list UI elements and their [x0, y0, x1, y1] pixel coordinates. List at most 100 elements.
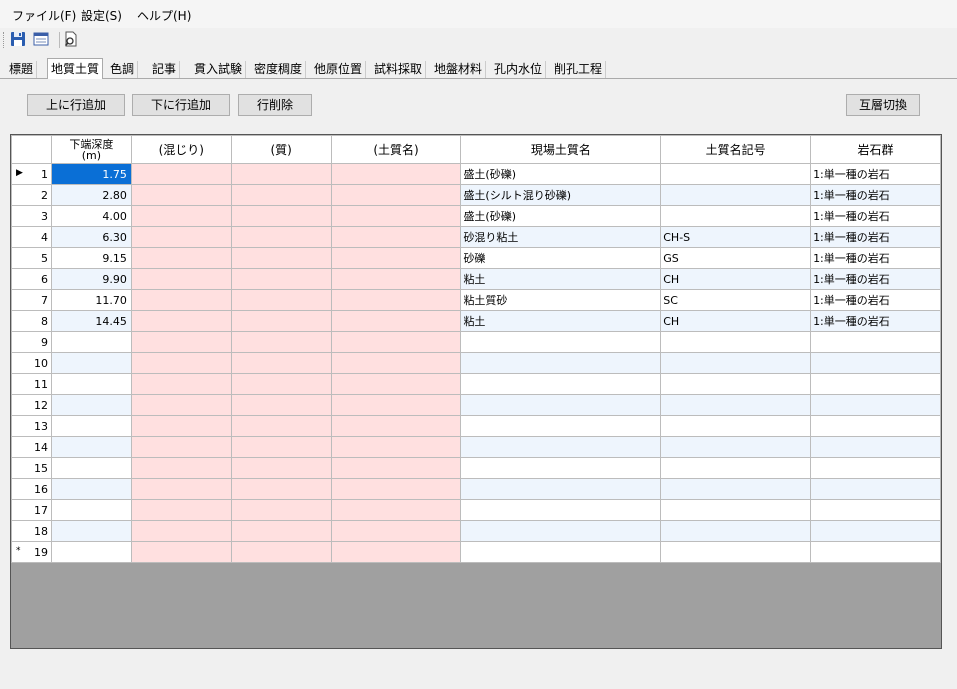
row-header[interactable]: 7 [11, 289, 52, 311]
cell-quality[interactable] [230, 268, 332, 290]
cell-soil-name[interactable] [330, 310, 462, 332]
cell-rock-group[interactable]: 1:単一種の岩石 [810, 226, 941, 248]
cell-quality[interactable] [230, 247, 332, 269]
cell-quality[interactable] [230, 331, 332, 353]
cell-quality[interactable] [230, 499, 332, 521]
row-header[interactable]: 16 [11, 478, 52, 500]
cell-site-soil-name[interactable] [460, 415, 662, 437]
cell-rock-group[interactable]: 1:単一種の岩石 [810, 247, 941, 269]
table-row[interactable]: 18 [11, 520, 941, 542]
cell-site-soil-name[interactable] [460, 436, 662, 458]
row-header[interactable]: 15 [11, 457, 52, 479]
cell-mixed[interactable] [130, 415, 232, 437]
cell-rock-group[interactable] [810, 394, 941, 416]
cell-depth[interactable] [50, 457, 132, 479]
tab-sampling[interactable]: 試料採取 [371, 61, 427, 78]
cell-mixed[interactable] [130, 184, 232, 206]
cell-soil-symbol[interactable] [660, 499, 812, 521]
cell-soil-symbol[interactable]: CH [660, 310, 812, 332]
cell-soil-name[interactable] [330, 205, 462, 227]
row-header[interactable]: 10 [11, 352, 52, 374]
cell-soil-name[interactable] [330, 163, 462, 185]
cell-mixed[interactable] [130, 268, 232, 290]
cell-soil-symbol[interactable] [660, 373, 812, 395]
cell-site-soil-name[interactable] [460, 331, 662, 353]
cell-soil-symbol[interactable] [660, 541, 812, 563]
column-header-depth[interactable]: 下端深度 (m) [50, 135, 132, 164]
cell-site-soil-name[interactable] [460, 520, 662, 542]
cell-site-soil-name[interactable] [460, 541, 662, 563]
cell-rock-group[interactable] [810, 352, 941, 374]
cell-depth[interactable]: 6.30 [50, 226, 132, 248]
cell-mixed[interactable] [130, 520, 232, 542]
cell-site-soil-name[interactable]: 盛土(砂礫) [460, 163, 662, 185]
tab-penetration-test[interactable]: 貫入試験 [191, 61, 247, 78]
cell-soil-name[interactable] [330, 436, 462, 458]
cell-quality[interactable] [230, 394, 332, 416]
cell-depth[interactable] [50, 499, 132, 521]
row-header[interactable]: 17 [11, 499, 52, 521]
cell-site-soil-name[interactable] [460, 373, 662, 395]
cell-depth[interactable] [50, 541, 132, 563]
cell-site-soil-name[interactable]: 盛土(シルト混り砂礫) [460, 184, 662, 206]
cell-quality[interactable] [230, 310, 332, 332]
cell-soil-symbol[interactable] [660, 457, 812, 479]
cell-mixed[interactable] [130, 310, 232, 332]
cell-depth[interactable] [50, 373, 132, 395]
cell-soil-symbol[interactable]: GS [660, 247, 812, 269]
cell-rock-group[interactable] [810, 415, 941, 437]
cell-mixed[interactable] [130, 247, 232, 269]
table-row[interactable]: 5 9.15 砂礫 GS 1:単一種の岩石 [11, 247, 941, 269]
cell-mixed[interactable] [130, 457, 232, 479]
cell-quality[interactable] [230, 415, 332, 437]
cell-depth[interactable]: 9.90 [50, 268, 132, 290]
tab-drilling-process[interactable]: 削孔工程 [551, 61, 607, 78]
cell-mixed[interactable] [130, 163, 232, 185]
cell-depth[interactable] [50, 478, 132, 500]
insert-above-button[interactable]: 上に行追加 [27, 94, 125, 116]
row-header[interactable]: 5 [11, 247, 52, 269]
cell-rock-group[interactable] [810, 520, 941, 542]
cell-mixed[interactable] [130, 226, 232, 248]
table-row[interactable]: 17 [11, 499, 941, 521]
table-row[interactable]: 8 14.45 粘土 CH 1:単一種の岩石 [11, 310, 941, 332]
tab-borehole-water[interactable]: 孔内水位 [491, 61, 547, 78]
cell-soil-name[interactable] [330, 184, 462, 206]
cell-quality[interactable] [230, 205, 332, 227]
cell-site-soil-name[interactable] [460, 457, 662, 479]
cell-depth[interactable]: 1.75 [50, 163, 132, 185]
cell-soil-name[interactable] [330, 394, 462, 416]
cell-soil-symbol[interactable] [660, 163, 812, 185]
cell-quality[interactable] [230, 457, 332, 479]
toolbar-grip[interactable] [3, 32, 6, 48]
cell-quality[interactable] [230, 436, 332, 458]
row-header[interactable]: 12 [11, 394, 52, 416]
tab-notes[interactable]: 記事 [149, 61, 181, 78]
cell-rock-group[interactable]: 1:単一種の岩石 [810, 163, 941, 185]
cell-site-soil-name[interactable]: 粘土質砂 [460, 289, 662, 311]
cell-soil-name[interactable] [330, 268, 462, 290]
delete-row-button[interactable]: 行削除 [238, 94, 312, 116]
cell-rock-group[interactable] [810, 373, 941, 395]
row-header[interactable]: 18 [11, 520, 52, 542]
menu-settings[interactable]: 設定(S) [81, 7, 122, 24]
cell-soil-symbol[interactable] [660, 205, 812, 227]
cell-soil-name[interactable] [330, 373, 462, 395]
cell-soil-symbol[interactable] [660, 520, 812, 542]
cell-mixed[interactable] [130, 331, 232, 353]
table-row[interactable]: 13 [11, 415, 941, 437]
cell-site-soil-name[interactable] [460, 394, 662, 416]
table-row[interactable]: 10 [11, 352, 941, 374]
cell-soil-name[interactable] [330, 541, 462, 563]
table-row[interactable]: ▶ 1 1.75 盛土(砂礫) 1:単一種の岩石 [11, 163, 941, 185]
row-header[interactable]: 13 [11, 415, 52, 437]
cell-quality[interactable] [230, 163, 332, 185]
row-header[interactable]: 2 [11, 184, 52, 206]
cell-soil-name[interactable] [330, 289, 462, 311]
cell-depth[interactable]: 4.00 [50, 205, 132, 227]
cell-soil-symbol[interactable]: SC [660, 289, 812, 311]
soil-layer-grid[interactable]: 下端深度 (m) (混じり) (質) (土質名) 現場土質名 土質名記号 岩石群 … [10, 134, 942, 649]
cell-soil-name[interactable] [330, 457, 462, 479]
cell-rock-group[interactable]: 1:単一種の岩石 [810, 205, 941, 227]
cell-mixed[interactable] [130, 394, 232, 416]
